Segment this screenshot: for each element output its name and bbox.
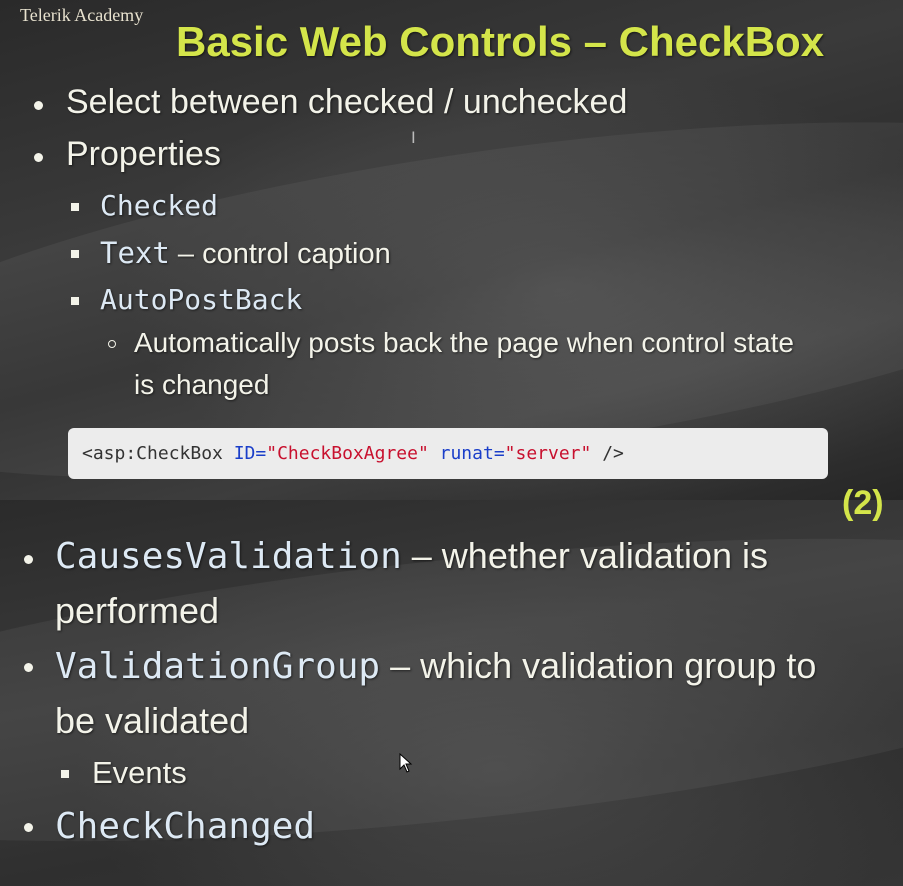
code-snippet: <asp:CheckBox ID="CheckBoxAgree" runat="… bbox=[68, 428, 828, 479]
sub-events: Events bbox=[92, 755, 187, 790]
code-autopostback: AutoPostBack bbox=[100, 283, 303, 316]
item-checkchanged: CheckChanged bbox=[55, 805, 315, 847]
code-val-id: "CheckBoxAgree" bbox=[266, 443, 429, 464]
item-validationgroup-cont: be validated bbox=[55, 700, 250, 741]
bullet-icon bbox=[24, 663, 33, 672]
item-causesvalidation: CausesValidation – whether validation is bbox=[55, 535, 768, 577]
code-val-runat: "server" bbox=[504, 443, 592, 464]
item-validationgroup: ValidationGroup – which validation group… bbox=[55, 645, 816, 687]
code-causesvalidation: CausesValidation bbox=[55, 536, 402, 577]
text-cursor-icon: I bbox=[411, 128, 416, 147]
bullet-icon bbox=[24, 555, 33, 564]
mouse-pointer-icon bbox=[399, 753, 413, 773]
square-bullet-icon bbox=[71, 250, 79, 258]
code-checkchanged: CheckChanged bbox=[55, 806, 316, 847]
slide-title: Basic Web Controls – CheckBox bbox=[176, 18, 825, 65]
square-bullet-icon bbox=[71, 297, 79, 305]
bullet-icon bbox=[34, 153, 43, 162]
sub-bullet-autopostback: AutoPostBack bbox=[100, 283, 302, 316]
text-desc: – control caption bbox=[169, 238, 391, 270]
square-bullet-icon bbox=[71, 203, 79, 211]
code-text: Text bbox=[100, 236, 170, 270]
desc-validationgroup: – which validation group to bbox=[380, 645, 817, 686]
logo-text: Telerik Academy bbox=[20, 5, 144, 25]
item-causesvalidation-cont: performed bbox=[55, 590, 220, 631]
slide-top: Telerik Academy Basic Web Controls – Che… bbox=[0, 0, 903, 500]
logo: Telerik Academy bbox=[20, 5, 143, 26]
code-attr-id: ID= bbox=[233, 443, 267, 464]
code-attr-runat: runat= bbox=[428, 443, 505, 464]
code-validationgroup: ValidationGroup bbox=[55, 646, 381, 687]
code-end: /> bbox=[591, 443, 624, 464]
title-fragment: (2) bbox=[842, 484, 884, 522]
code-checked: Checked bbox=[100, 189, 219, 222]
square-bullet-icon bbox=[61, 770, 69, 778]
bullet-properties: Properties bbox=[66, 135, 221, 173]
circle-bullet-icon bbox=[108, 340, 116, 348]
subsub-line-2: is changed bbox=[134, 369, 270, 400]
bullet-select: Select between checked / unchecked bbox=[66, 83, 628, 121]
sub-bullet-text: Text – control caption bbox=[100, 236, 391, 271]
subsub-line-1: Automatically posts back the page when c… bbox=[134, 327, 794, 358]
slide-bottom: CausesValidation – whether validation is… bbox=[0, 500, 903, 886]
bullet-icon bbox=[24, 823, 33, 832]
code-tag: <asp:CheckBox bbox=[82, 443, 234, 464]
bullet-icon bbox=[34, 101, 43, 110]
sub-bullet-checked: Checked bbox=[100, 189, 218, 222]
desc-causesvalidation: – whether validation is bbox=[401, 535, 768, 576]
